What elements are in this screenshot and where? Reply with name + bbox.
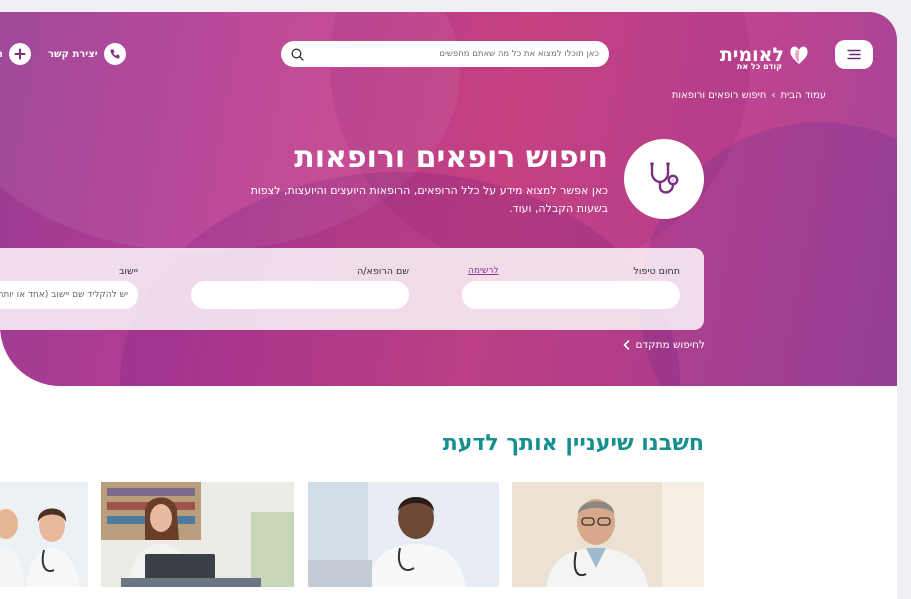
chevron-left-icon [624,340,630,350]
page: לאומית קודם כל את יצ [0,0,911,599]
doctor-photo [512,482,704,587]
search-input[interactable] [304,49,599,59]
contact-link[interactable]: יצירת קשר [48,43,126,65]
city-filter: יישוב [0,266,138,309]
logo-tagline: קודם כל את [736,62,782,71]
contact-label: יצירת קשר [48,48,98,60]
city-label: יישוב [118,266,138,277]
doctor-photo [308,482,499,587]
logo[interactable]: לאומית קודם כל את [714,38,810,72]
specialty-list-link[interactable]: לרשימה [468,266,499,276]
breadcrumb-separator: › [771,90,776,101]
page-title: חיפוש רופאים ורופאות [294,140,608,175]
hero-banner: לאומית קודם כל את יצ [0,12,897,386]
plus-icon [8,43,31,65]
breadcrumb-home[interactable]: עמוד הבית [780,90,826,101]
stethoscope-badge [624,139,704,219]
top-bar: לאומית קודם כל את יצ [0,12,897,82]
breadcrumb: עמוד הבית › חיפוש רופאים ורופאות [672,90,826,101]
search-icon[interactable] [291,48,304,61]
article-card-image[interactable] [101,482,294,587]
search-submit-button[interactable] [0,343,4,373]
doctor-name-label: שם הרופא/ה [357,266,409,277]
hamburger-icon [847,49,861,60]
article-card-image[interactable] [0,482,88,587]
main-card: לאומית קודם כל את יצ [0,12,897,599]
specialty-filter: תחום טיפול לרשימה [462,266,680,309]
menu-button[interactable] [835,40,873,69]
doctor-name-input[interactable] [191,281,409,309]
doctor-photo [0,482,88,587]
logo-heart-icon [788,44,810,66]
stethoscope-icon [650,162,679,194]
article-card-image[interactable] [512,482,704,587]
doctor-photo [101,482,294,587]
add-link[interactable]: ה [0,43,31,65]
site-search [281,41,609,67]
add-label: ה [0,49,3,60]
search-filter-panel: תחום טיפול לרשימה שם הרופא/ה יישוב [0,248,704,330]
city-input[interactable] [0,281,138,309]
doctor-name-filter: שם הרופא/ה [191,266,409,309]
article-card-image[interactable] [308,482,499,587]
page-description: כאן אפשר למצוא מידע על כלל הרופאים, הרופ… [250,184,608,215]
phone-icon [103,43,126,65]
specialty-input[interactable] [462,281,680,309]
advanced-search-label: לחיפוש מתקדם [635,339,705,351]
breadcrumb-current: חיפוש רופאים ורופאות [671,90,767,101]
page-scroll-track[interactable] [898,0,911,599]
advanced-search-link[interactable]: לחיפוש מתקדם [623,339,705,351]
section-title: חשבנו שיעניין אותך לדעת [442,431,704,456]
